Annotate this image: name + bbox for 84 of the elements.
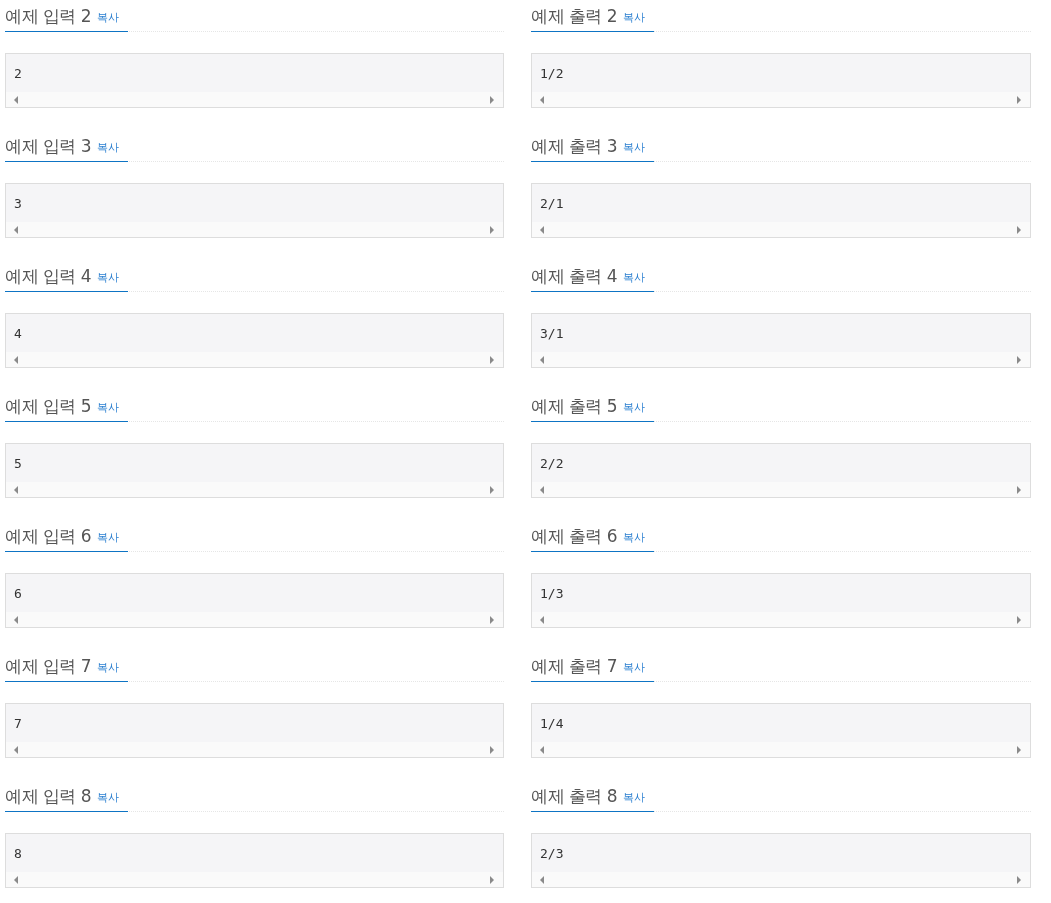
scroll-right-icon[interactable] (1017, 745, 1021, 754)
horizontal-scrollbar[interactable] (532, 482, 1030, 497)
horizontal-scrollbar[interactable] (532, 222, 1030, 237)
scroll-right-icon[interactable] (490, 615, 494, 624)
scroll-right-icon[interactable] (490, 225, 494, 234)
copy-link[interactable]: 복사 (623, 9, 646, 25)
copy-link[interactable]: 복사 (623, 399, 646, 415)
section-title: 예제 입력 3 (5, 134, 92, 158)
sample-text: 5 (13, 455, 23, 473)
sample-text: 7 (13, 715, 23, 733)
copy-link[interactable]: 복사 (97, 659, 120, 675)
copy-link[interactable]: 복사 (97, 789, 120, 805)
section-title: 예제 입력 4 (5, 264, 92, 288)
copy-link[interactable]: 복사 (623, 269, 646, 285)
scroll-left-icon[interactable] (540, 875, 544, 884)
horizontal-scrollbar[interactable] (6, 482, 503, 497)
scroll-left-icon[interactable] (540, 485, 544, 494)
scroll-left-icon[interactable] (14, 615, 18, 624)
scroll-right-icon[interactable] (1017, 95, 1021, 104)
sample-text: 2 (13, 65, 23, 83)
scroll-right-icon[interactable] (1017, 485, 1021, 494)
section-title: 예제 출력 3 (531, 134, 618, 158)
scroll-left-icon[interactable] (14, 485, 18, 494)
horizontal-scrollbar[interactable] (6, 872, 503, 887)
scroll-right-icon[interactable] (1017, 355, 1021, 364)
horizontal-scrollbar[interactable] (6, 92, 503, 107)
scroll-right-icon[interactable] (490, 485, 494, 494)
sample-text: 2/1 (539, 195, 565, 213)
section-title: 예제 입력 5 (5, 394, 92, 418)
sample-text: 1/3 (539, 585, 565, 603)
copy-link[interactable]: 복사 (623, 139, 646, 155)
scroll-right-icon[interactable] (490, 95, 494, 104)
scroll-right-icon[interactable] (490, 745, 494, 754)
section-title: 예제 입력 2 (5, 4, 92, 28)
section-title: 예제 출력 7 (531, 654, 618, 678)
copy-link[interactable]: 복사 (97, 9, 120, 25)
scroll-right-icon[interactable] (1017, 875, 1021, 884)
horizontal-scrollbar[interactable] (532, 742, 1030, 757)
horizontal-scrollbar[interactable] (6, 612, 503, 627)
copy-link[interactable]: 복사 (623, 529, 646, 545)
scroll-left-icon[interactable] (540, 95, 544, 104)
copy-link[interactable]: 복사 (97, 399, 120, 415)
section-title: 예제 입력 7 (5, 654, 92, 678)
scroll-left-icon[interactable] (14, 875, 18, 884)
horizontal-scrollbar[interactable] (532, 872, 1030, 887)
sample-text: 3/1 (539, 325, 565, 343)
section-title: 예제 출력 6 (531, 524, 618, 548)
sample-text: 2/3 (539, 845, 565, 863)
scroll-right-icon[interactable] (1017, 225, 1021, 234)
sample-text: 6 (13, 585, 23, 603)
scroll-left-icon[interactable] (14, 745, 18, 754)
scroll-left-icon[interactable] (14, 225, 18, 234)
section-title: 예제 출력 8 (531, 784, 618, 808)
scroll-left-icon[interactable] (540, 225, 544, 234)
sample-text: 4 (13, 325, 23, 343)
scroll-right-icon[interactable] (1017, 615, 1021, 624)
sample-text: 3 (13, 195, 23, 213)
section-title: 예제 입력 6 (5, 524, 92, 548)
copy-link[interactable]: 복사 (97, 269, 120, 285)
sample-text: 1/2 (539, 65, 565, 83)
scroll-right-icon[interactable] (490, 355, 494, 364)
copy-link[interactable]: 복사 (623, 789, 646, 805)
scroll-right-icon[interactable] (490, 875, 494, 884)
scroll-left-icon[interactable] (540, 615, 544, 624)
copy-link[interactable]: 복사 (623, 659, 646, 675)
section-title: 예제 입력 8 (5, 784, 92, 808)
scroll-left-icon[interactable] (14, 95, 18, 104)
sample-text: 1/4 (539, 715, 565, 733)
copy-link[interactable]: 복사 (97, 139, 120, 155)
scroll-left-icon[interactable] (14, 355, 18, 364)
horizontal-scrollbar[interactable] (6, 742, 503, 757)
scroll-left-icon[interactable] (540, 745, 544, 754)
sample-text: 8 (13, 845, 23, 863)
section-title: 예제 출력 2 (531, 4, 618, 28)
horizontal-scrollbar[interactable] (532, 352, 1030, 367)
horizontal-scrollbar[interactable] (532, 92, 1030, 107)
scroll-left-icon[interactable] (540, 355, 544, 364)
section-title: 예제 출력 5 (531, 394, 618, 418)
section-title: 예제 출력 4 (531, 264, 618, 288)
copy-link[interactable]: 복사 (97, 529, 120, 545)
sample-text: 2/2 (539, 455, 565, 473)
horizontal-scrollbar[interactable] (532, 612, 1030, 627)
horizontal-scrollbar[interactable] (6, 352, 503, 367)
horizontal-scrollbar[interactable] (6, 222, 503, 237)
